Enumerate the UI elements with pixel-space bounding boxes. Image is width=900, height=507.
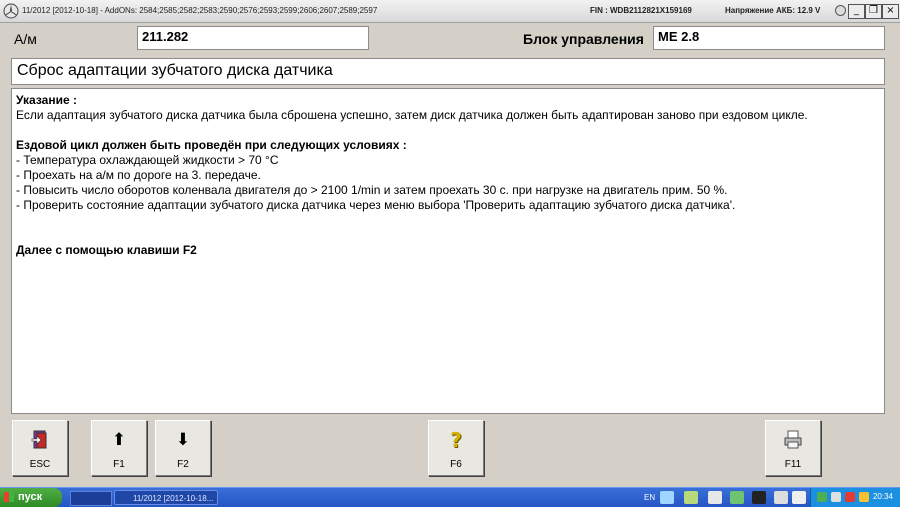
f6-button[interactable]: ? F6 [428,420,484,476]
network-icon[interactable] [660,491,674,504]
drive-icon[interactable] [792,491,806,504]
tray-icon[interactable] [817,492,827,502]
f2-button[interactable]: ⬇ F2 [155,420,211,476]
close-button[interactable]: × [882,4,899,19]
battery-voltage: Напряжение АКБ: 12.9 V [725,6,821,15]
clock: 20:34 [872,492,893,501]
condition-item: - Температура охлаждающей жидкости > 70 … [16,153,279,167]
cycle-heading: Ездовой цикл должен быть проведён при сл… [16,138,407,152]
control-unit-field: ME 2.8 [653,26,885,50]
document-icon[interactable] [708,491,722,504]
mercedes-star-icon [3,3,19,19]
page-title: Сброс адаптации зубчатого диска датчика [11,58,885,85]
vehicle-label: А/м [14,31,37,47]
window-title: 11/2012 [2012-10-18] - AddONs: 2584;2585… [22,6,378,15]
printer-icon [766,429,820,451]
system-tray: 20:34 [810,488,900,507]
tray-icon[interactable] [831,492,841,502]
quick-launch-keyboard-icon[interactable] [70,491,112,506]
title-bar: 11/2012 [2012-10-18] - AddONs: 2584;2585… [0,0,900,23]
condition-item: - Проверить состояние адаптации зубчатог… [16,198,736,212]
help-question-icon: ? [450,428,462,452]
f11-button[interactable]: F11 [765,420,821,476]
note-heading: Указание : [16,93,77,107]
continue-instruction: Далее с помощью клавиши F2 [16,243,197,257]
f1-label: F1 [113,459,125,470]
f11-label: F11 [784,459,802,470]
note-text: Если адаптация зубчатого диска датчика б… [16,108,808,122]
app-icon[interactable] [684,491,698,504]
condition-item: - Проехать на а/м по дороге на 3. переда… [16,168,261,182]
arrow-up-icon: ⬆ [111,430,127,450]
diagnostic-icon[interactable] [752,491,766,504]
start-button[interactable]: пуск [0,488,62,507]
condition-item: - Повысить число оборотов коленвала двиг… [16,183,728,197]
tool-icon[interactable] [730,491,744,504]
f6-label: F6 [450,459,462,470]
exit-door-icon [13,429,67,451]
control-unit-label: Блок управления [523,31,644,47]
status-indicator-icon [835,5,846,16]
taskbar-window-label: 11/2012 [2012-10-18... [133,494,214,503]
windows-flag-icon [4,492,14,502]
vehicle-field: 211.282 [137,26,369,50]
tray-icon[interactable] [859,492,869,502]
taskbar: пуск 11/2012 [2012-10-18... EN 20:34 [0,487,900,507]
language-indicator[interactable]: EN [644,493,655,502]
esc-label: ESC [29,459,51,470]
arrow-down-icon: ⬇ [175,430,191,450]
instruction-panel: Указание : Если адаптация зубчатого диск… [11,88,885,414]
display-icon[interactable] [774,491,788,504]
restore-button[interactable]: ❐ [865,4,882,19]
f2-label: F2 [177,459,189,470]
tray-icon[interactable] [845,492,855,502]
fin-number: FIN : WDB2112821X159169 [590,6,692,15]
minimize-button[interactable]: _ [848,4,865,19]
start-label: пуск [18,491,43,503]
f1-button[interactable]: ⬆ F1 [91,420,147,476]
taskbar-window-button[interactable]: 11/2012 [2012-10-18... [114,490,218,505]
esc-button[interactable]: ESC [12,420,68,476]
